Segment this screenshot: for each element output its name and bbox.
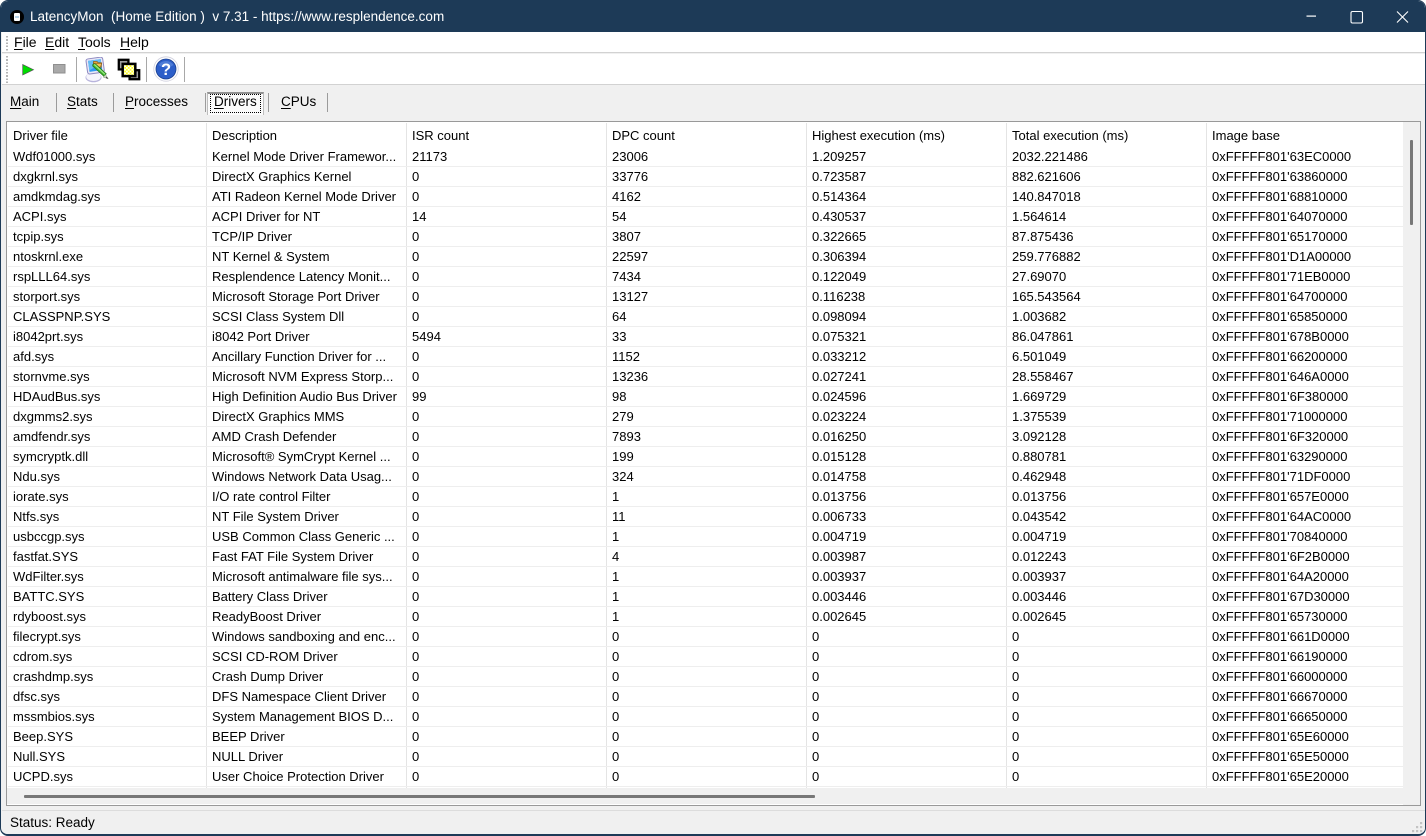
svg-text:?: ? — [161, 61, 171, 79]
